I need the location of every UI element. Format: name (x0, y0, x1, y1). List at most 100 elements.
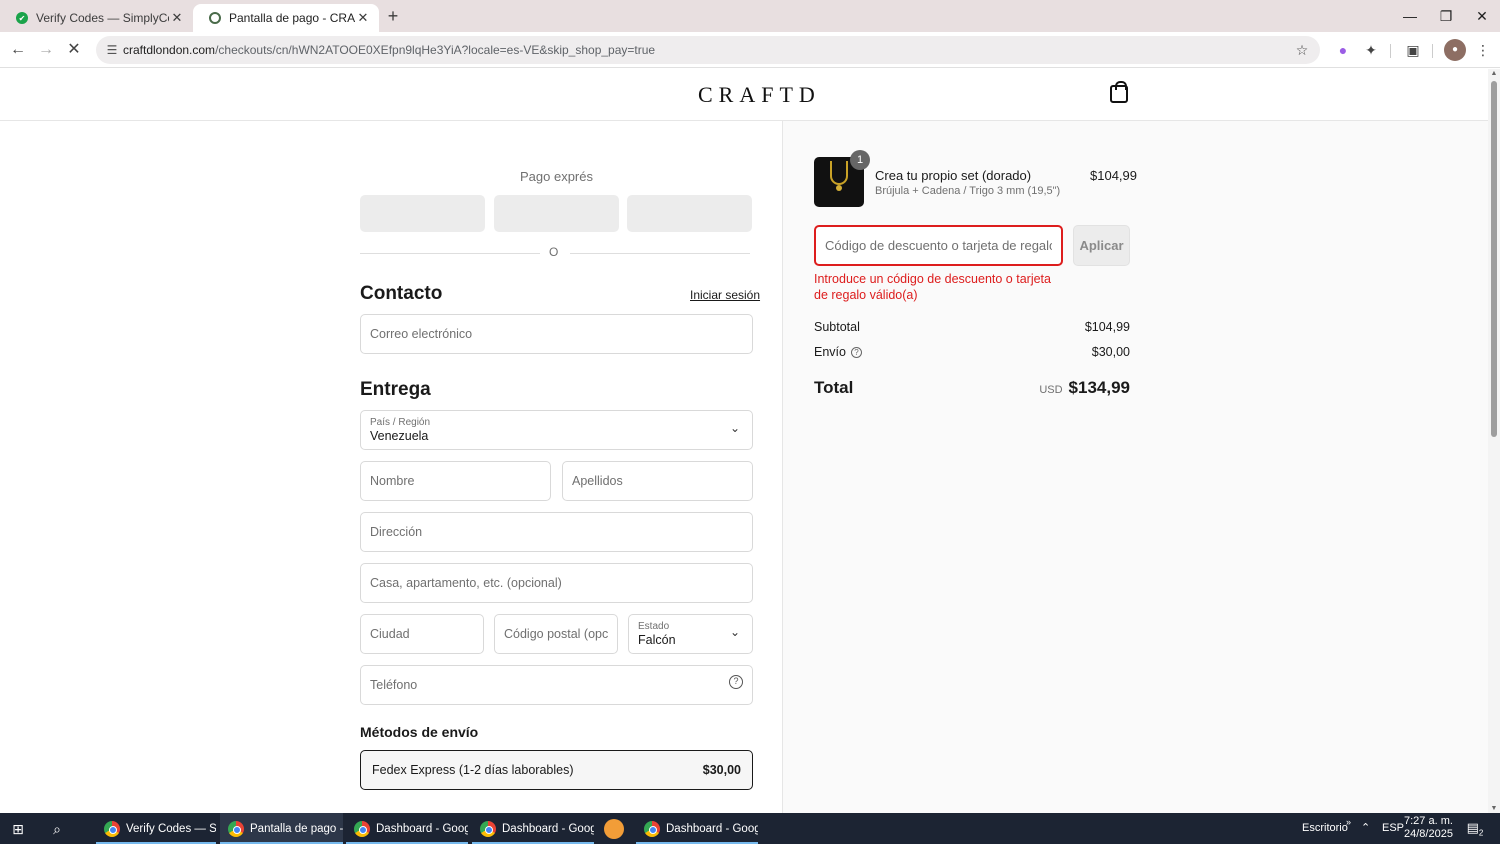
app-icon[interactable] (604, 819, 624, 839)
postal-code-field[interactable] (494, 614, 618, 654)
taskbar-item-dashboard-2[interactable]: Dashboard - Googl... (472, 813, 594, 844)
question-help-icon[interactable]: ? (850, 346, 862, 358)
toolbar-divider (1432, 44, 1433, 58)
close-tab-icon[interactable]: ✕ (355, 10, 371, 26)
notification-center-icon[interactable]: ▤2 (1466, 820, 1484, 838)
express-pay-button-1[interactable] (360, 195, 485, 232)
menu-kebab-icon[interactable]: ⋮ (1472, 39, 1494, 61)
minimize-icon[interactable]: — (1398, 6, 1422, 26)
chevron-down-icon: ⌄ (729, 421, 740, 435)
discount-code-input[interactable] (814, 225, 1063, 266)
or-divider: O (360, 245, 753, 261)
total-row: Total USD $134,99 (814, 378, 1130, 398)
search-icon[interactable]: ⌕ (48, 820, 66, 838)
city-field[interactable] (360, 614, 484, 654)
shopping-bag-icon[interactable] (1110, 81, 1128, 103)
address-bar[interactable]: ☰ craftdlondon.com/checkouts/cn/hWN2ATOO… (96, 36, 1320, 64)
tab-verify-codes[interactable]: ✔ Verify Codes — SimplyCodes ✕ (0, 4, 193, 32)
state-select[interactable]: Estado Falcón ⌄ (628, 614, 753, 654)
apply-discount-button[interactable]: Aplicar (1073, 225, 1130, 266)
site-info-icon[interactable]: ☰ (102, 40, 122, 60)
email-field[interactable] (360, 314, 753, 354)
currency-code: USD (1039, 384, 1063, 396)
language-indicator[interactable]: ESP (1382, 813, 1404, 844)
contact-heading: Contacto (360, 283, 443, 304)
express-checkout-title: Pago exprés (520, 169, 593, 184)
restore-icon[interactable]: ❐ (1434, 6, 1458, 26)
scroll-down-icon[interactable]: ▼ (1490, 805, 1498, 812)
back-icon[interactable]: ← (6, 38, 30, 62)
login-link[interactable]: Iniciar sesión (690, 288, 760, 302)
close-tab-icon[interactable]: ✕ (169, 10, 185, 26)
chevron-down-icon: ⌄ (729, 625, 740, 639)
address-field[interactable] (360, 512, 753, 552)
country-label: País / Región (370, 417, 431, 428)
checkout-page: CRAFTD Pago exprés O Contacto Iniciar se… (0, 69, 1488, 813)
state-label: Estado (638, 621, 670, 632)
subtotal-value: $104,99 (1084, 320, 1130, 334)
first-name-field[interactable] (360, 461, 551, 501)
profile-avatar[interactable]: ● (1444, 39, 1466, 61)
scroll-up-icon[interactable]: ▲ (1490, 70, 1498, 77)
taskbar-item-checkout[interactable]: Pantalla de pago - ... (220, 813, 343, 844)
tab-checkout[interactable]: Pantalla de pago - CRAFTD.com ✕ (193, 4, 379, 32)
site-logo[interactable]: CRAFTD (698, 82, 821, 108)
taskbar-item-verify-codes[interactable]: Verify Codes — Sim... (96, 813, 216, 844)
shipping-label: Envío (814, 345, 846, 359)
apartment-field[interactable] (360, 563, 753, 603)
scrollbar-thumb[interactable] (1491, 81, 1497, 437)
taskbar-item-dashboard-3[interactable]: Dashboard - Googl... (636, 813, 758, 844)
country-select[interactable]: País / Región Venezuela ⌄ (360, 410, 753, 450)
express-pay-button-2[interactable] (494, 195, 619, 232)
expand-chevron-icon[interactable]: » (1346, 813, 1351, 844)
browser-toolbar: ← → ✕ ☰ craftdlondon.com/checkouts/cn/hW… (0, 32, 1500, 68)
shipping-methods-heading: Métodos de envío (360, 724, 479, 740)
system-clock[interactable]: 7:27 a. m. 24/8/2025 (1404, 815, 1453, 841)
extensions-puzzle-icon[interactable]: ✦ (1360, 39, 1382, 61)
express-pay-button-3[interactable] (627, 195, 752, 232)
chrome-icon (644, 820, 660, 837)
new-tab-icon[interactable]: + (384, 6, 402, 26)
craftd-favicon-icon (209, 12, 221, 24)
product-name: Crea tu propio set (dorado) (875, 168, 1032, 183)
tab-title: Pantalla de pago - CRAFTD.com (229, 11, 355, 25)
show-hidden-icons-icon[interactable]: ⌃ (1361, 813, 1370, 844)
shipping-option-label: Fedex Express (1-2 días laborables) (372, 763, 574, 777)
extension-icon[interactable]: ● (1332, 39, 1354, 61)
site-header: CRAFTD (0, 69, 1488, 121)
tab-title: Verify Codes — SimplyCodes (36, 11, 169, 25)
order-summary: 1 Crea tu propio set (dorado) Brújula + … (782, 121, 1488, 813)
chrome-icon (354, 820, 370, 837)
subtotal-row: Subtotal $104,99 (814, 320, 1130, 334)
product-variant: Brújula + Cadena / Trigo 3 mm (19,5") (875, 185, 1061, 197)
chrome-icon (228, 820, 244, 837)
quantity-badge: 1 (850, 150, 870, 170)
stop-loading-icon[interactable]: ✕ (62, 38, 86, 62)
forward-icon[interactable]: → (34, 38, 58, 62)
product-price: $104,99 (1090, 168, 1137, 183)
desktop-toolbar-label[interactable]: Escritorio (1302, 813, 1348, 844)
total-value: $134,99 (1068, 378, 1130, 397)
windows-start-icon[interactable]: ⊞ (10, 821, 26, 837)
question-help-icon[interactable]: ? (729, 675, 743, 689)
bookmark-star-icon[interactable]: ☆ (1292, 40, 1312, 60)
windows-taskbar: ⊞ ⌕ Verify Codes — Sim... Pantalla de pa… (0, 813, 1500, 844)
chrome-icon (480, 820, 496, 837)
state-value: Falcón (638, 633, 676, 647)
close-window-icon[interactable]: ✕ (1470, 6, 1494, 26)
chrome-icon (104, 820, 120, 837)
phone-field[interactable] (360, 665, 753, 705)
shipping-option-price: $30,00 (702, 763, 741, 777)
taskbar-item-dashboard-1[interactable]: Dashboard - Googl... (346, 813, 468, 844)
simplycodes-favicon-icon: ✔ (16, 12, 28, 24)
shipping-row: Envío? $30,00 (814, 345, 1130, 359)
country-value: Venezuela (370, 429, 429, 443)
page-scrollbar[interactable]: ▲ ▼ (1488, 69, 1500, 813)
total-label: Total (814, 378, 854, 397)
last-name-field[interactable] (562, 461, 753, 501)
shipping-option-fedex[interactable]: Fedex Express (1-2 días laborables) $30,… (360, 750, 753, 790)
shipping-value: $30,00 (1091, 345, 1130, 359)
toolbar-divider (1390, 44, 1391, 58)
tab-search-icon[interactable]: ▣ (1402, 39, 1424, 61)
delivery-heading: Entrega (360, 379, 431, 400)
